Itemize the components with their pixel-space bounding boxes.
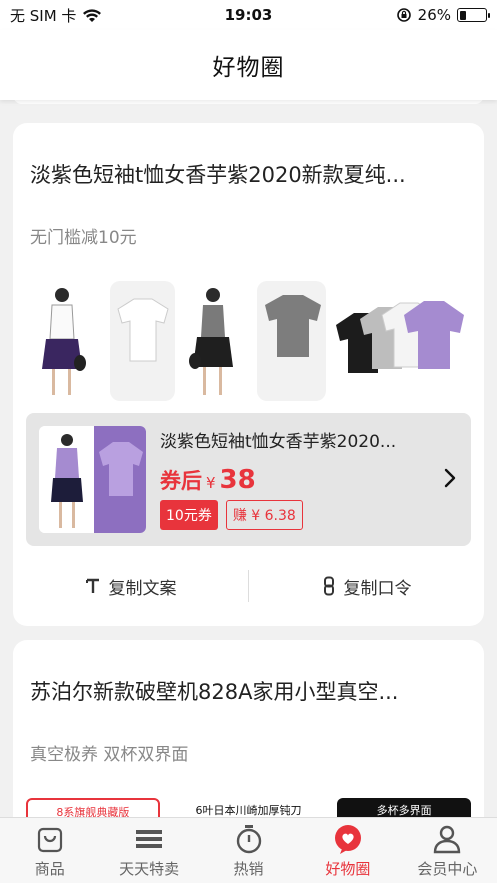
battery-fill (459, 10, 466, 20)
tab-label: 会员中心 (417, 859, 478, 878)
battery-percent: 26% (417, 6, 451, 24)
post-card: 淡紫色短袖t恤女香芋紫2020新款夏纯... 无门槛减10元 淡紫色短袖t恤女香… (13, 123, 484, 626)
orientation-lock-icon (396, 8, 411, 22)
price-label: 券后 (160, 469, 202, 493)
person-icon (434, 825, 461, 853)
carrier-label: 无 SIM 卡 (10, 6, 77, 25)
battery-icon (457, 8, 490, 22)
product-image[interactable]: 6叶日本川崎加厚钝刀 (181, 798, 316, 817)
product-link-card[interactable]: 淡紫色短袖t恤女香芋紫2020... 券后 ¥ 38 10元券 赚 ¥ 6.38 (26, 413, 471, 546)
tab-hot-sale[interactable]: 热销 (199, 818, 298, 883)
product-image[interactable]: 多杯多界面 (337, 798, 471, 817)
status-time: 19:03 (224, 6, 273, 24)
product-name: 淡紫色短袖t恤女香芋紫2020... (160, 432, 397, 452)
tab-label: 商品 (34, 859, 65, 878)
chevron-right-icon (444, 468, 456, 488)
post-subtitle: 无门槛减10元 (30, 228, 137, 248)
list-icon (136, 829, 163, 848)
copy-code-button[interactable]: 复制口令 (249, 574, 484, 599)
tab-label: 热销 (233, 859, 264, 878)
text-format-icon (85, 578, 99, 593)
tab-member-center[interactable]: 会员中心 (398, 818, 497, 883)
copy-text-label: 复制文案 (108, 578, 177, 599)
wifi-icon (83, 8, 102, 22)
copy-text-button[interactable]: 复制文案 (13, 574, 248, 599)
product-image[interactable] (332, 281, 477, 401)
price-value: 38 (219, 465, 256, 495)
banner-caption: 8系旗舰典藏版 (56, 806, 130, 817)
tab-daily-sale[interactable]: 天天特卖 (99, 818, 198, 883)
banner-caption: 多杯多界面 (376, 804, 432, 817)
tab-label: 天天特卖 (119, 859, 180, 878)
status-bar: 无 SIM 卡 19:03 26% (0, 0, 497, 30)
copy-code-label: 复制口令 (343, 578, 412, 599)
previous-card (13, 100, 484, 104)
currency-symbol: ¥ (206, 474, 216, 492)
post-image-gallery: 8系旗舰典藏版 6叶日本川崎加厚钝刀 多杯多界面 (26, 798, 471, 817)
tab-label: 好物圈 (325, 859, 371, 878)
coupon-badge: 10元券 (160, 500, 218, 530)
post-actions: 复制文案 复制口令 (13, 561, 484, 611)
banner-caption: 6叶日本川崎加厚钝刀 (195, 804, 302, 817)
product-image[interactable] (181, 281, 326, 401)
post-card: 苏泊尔新款破壁机828A家用小型真空... 真空极养 双杯双界面 8系旗舰典藏版… (13, 640, 484, 817)
status-right: 26% (327, 6, 490, 24)
post-image-gallery (30, 281, 477, 401)
earn-badge: 赚 ¥ 6.38 (225, 500, 303, 530)
stopwatch-icon (236, 824, 261, 853)
post-title[interactable]: 淡紫色短袖t恤女香芋紫2020新款夏纯... (30, 159, 470, 189)
product-image[interactable]: 8系旗舰典藏版 (26, 798, 160, 817)
post-subtitle: 真空极养 双杯双界面 (30, 745, 189, 765)
tag-row: 10元券 赚 ¥ 6.38 (160, 500, 303, 530)
status-left: 无 SIM 卡 (10, 5, 170, 26)
tab-good-stuff[interactable]: 好物圈 (298, 818, 397, 883)
product-image[interactable] (30, 281, 175, 401)
product-thumbnail (39, 426, 146, 533)
price-row: 券后 ¥ 38 (160, 465, 256, 495)
post-title[interactable]: 苏泊尔新款破壁机828A家用小型真空... (30, 676, 470, 706)
page-title: 好物圈 (212, 55, 285, 81)
tab-products[interactable]: 商品 (0, 818, 99, 883)
nav-bar: 好物圈 (0, 30, 497, 100)
link-icon (323, 576, 334, 596)
tab-bar: 商品 天天特卖 热销 好物圈 会员中心 (0, 817, 497, 883)
bag-icon (37, 827, 62, 852)
feed[interactable]: 淡紫色短袖t恤女香芋紫2020新款夏纯... 无门槛减10元 淡紫色短袖t恤女香… (0, 100, 497, 817)
heart-bubble-icon (334, 824, 361, 854)
